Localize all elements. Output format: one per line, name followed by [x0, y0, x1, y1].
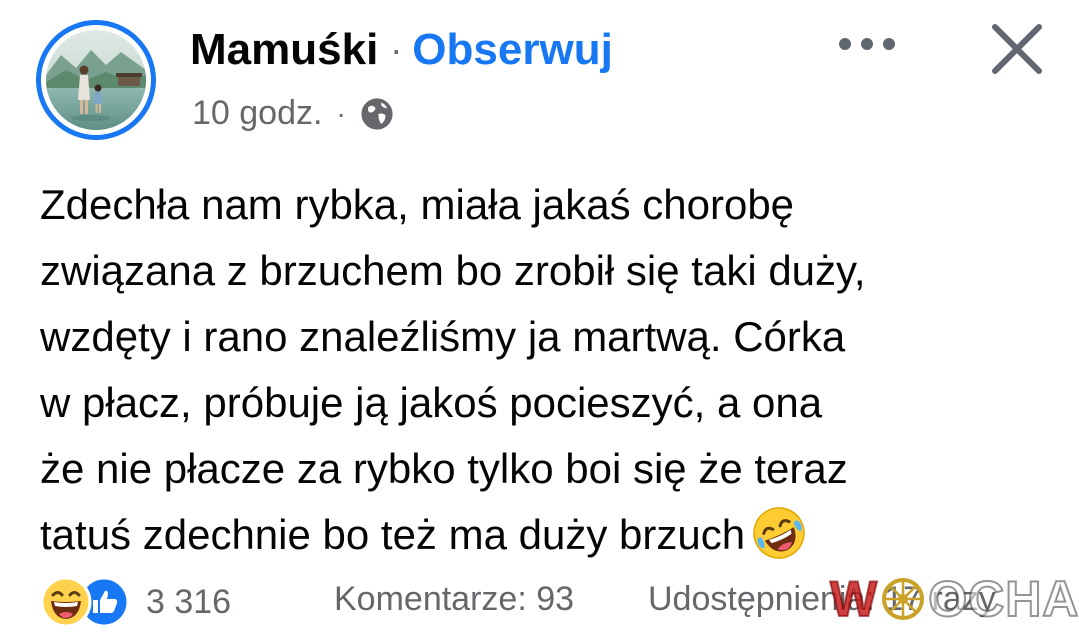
comments-count[interactable]: Komentarze: 93 — [334, 580, 574, 619]
post-text: Zdechła nam rybka, miała jakaś chorobę z… — [40, 181, 866, 558]
follow-button[interactable]: Obserwuj — [412, 25, 613, 75]
avatar-image — [46, 30, 146, 130]
more-options-icon — [839, 38, 895, 50]
rolling-laughing-emoji — [751, 505, 807, 561]
wheel-icon — [882, 578, 925, 620]
watermark: W OCHA — [829, 568, 1079, 630]
reaction-count: 3 316 — [146, 582, 232, 621]
page-name[interactable]: Mamuśki — [190, 25, 378, 75]
reactions-summary[interactable]: 3 316 — [40, 576, 231, 628]
globe-icon — [360, 97, 394, 131]
close-icon — [992, 24, 1042, 74]
name-separator: · — [390, 29, 403, 70]
close-button[interactable] — [982, 14, 1052, 84]
watermark-suffix: OCHA — [927, 570, 1079, 628]
page-avatar[interactable] — [36, 20, 156, 140]
more-options-button[interactable] — [832, 24, 902, 64]
post-meta: 10 godz. · — [192, 94, 394, 133]
post-time[interactable]: 10 godz. — [192, 94, 322, 133]
post-footer: 3 316 Komentarze: 93 Udostępnienia: 17 r… — [0, 566, 1079, 636]
post-body: Zdechła nam rybka, miała jakaś chorobę z… — [40, 172, 1060, 568]
post-header: Mamuśki · Obserwuj — [190, 22, 613, 78]
meta-separator: · — [336, 97, 346, 129]
haha-reaction-icon — [40, 576, 92, 628]
watermark-prefix: W — [829, 570, 879, 628]
